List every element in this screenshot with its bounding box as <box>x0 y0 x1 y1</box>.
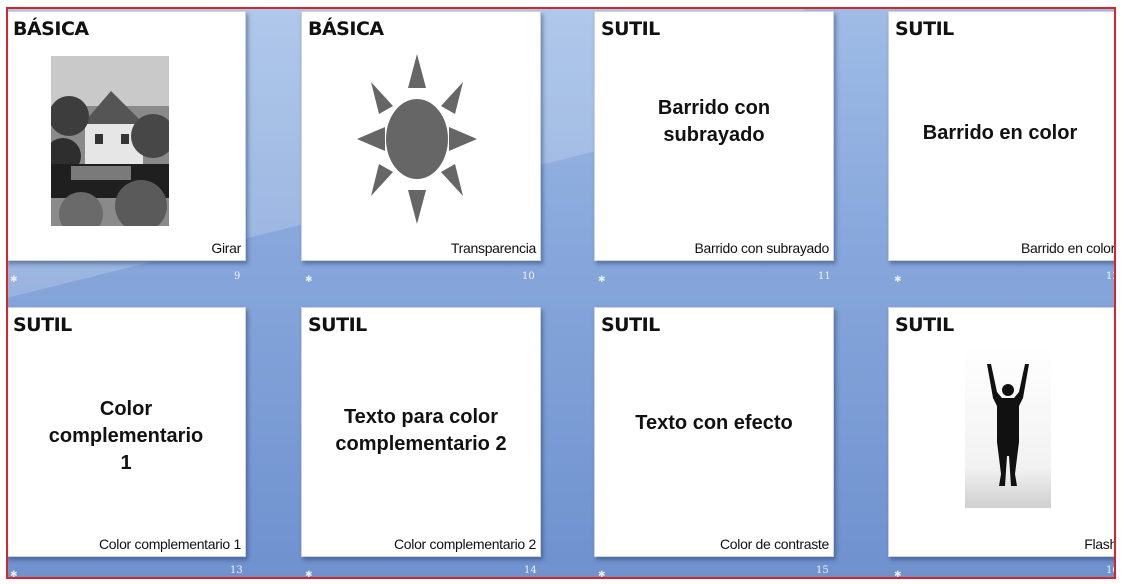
slide-number: 12 <box>1106 271 1114 282</box>
transition-star-icon[interactable]: ✱ <box>598 569 606 577</box>
slide-category-label: SUTIL <box>895 18 954 40</box>
slide-thumbnail[interactable]: SUTIL Texto para color complementario 2 … <box>301 307 541 557</box>
slide-title-text: Barrido en color <box>922 122 1078 144</box>
transition-star-icon[interactable]: ✱ <box>10 274 18 285</box>
slide-number: 14 <box>524 565 537 576</box>
slide-caption: Flash <box>1084 536 1116 552</box>
slide-title-text: Texto para color complementario 2 <box>335 406 507 455</box>
slide-title-text: Texto con efecto <box>635 412 793 434</box>
sun-shape-icon <box>357 54 477 224</box>
transition-star-icon[interactable]: ✱ <box>598 274 606 285</box>
slide-category-label: SUTIL <box>601 18 660 40</box>
slide-category-label: SUTIL <box>13 314 72 336</box>
slide-caption: Barrido con subrayado <box>694 240 829 256</box>
slide-number: 11 <box>818 271 831 282</box>
slide-number: 10 <box>522 271 535 282</box>
slide-thumbnail[interactable]: SUTIL Barrido con subrayado Barrido con … <box>594 11 834 261</box>
slide-caption: Barrido en color <box>1020 240 1115 256</box>
slide-category-label: BÁSICA <box>13 18 89 40</box>
slide-title-text: Barrido con subrayado <box>657 97 771 146</box>
slide-thumbnail[interactable]: SUTIL Texto con efecto Color de contrast… <box>594 307 834 557</box>
transition-star-icon[interactable]: ✱ <box>894 569 902 577</box>
transition-star-icon[interactable]: ✱ <box>305 569 313 577</box>
slide-sorter-view: BÁSICA Girar ✱ 9 BÁSICA Transparencia ✱ … <box>6 7 1116 579</box>
slide-caption: Color complementario 2 <box>393 536 536 552</box>
slide-thumbnail[interactable]: BÁSICA Transparencia <box>301 11 541 261</box>
slide-thumbnail[interactable]: SUTIL Flash <box>888 307 1116 557</box>
slide-category-label: SUTIL <box>895 314 954 336</box>
slide-number: 9 <box>234 271 241 282</box>
slide-number: 15 <box>816 565 829 576</box>
slide-category-label: SUTIL <box>308 314 367 336</box>
person-silhouette-icon <box>965 346 1051 508</box>
slide-caption: Color de contraste <box>720 536 829 552</box>
slide-caption: Girar <box>211 240 241 256</box>
slide-thumbnail[interactable]: SUTIL Barrido en color Barrido en color <box>888 11 1115 261</box>
house-photo-icon <box>51 56 169 226</box>
transition-star-icon[interactable]: ✱ <box>894 274 902 285</box>
slide-caption: Transparencia <box>450 240 536 256</box>
slide-thumbnail[interactable]: SUTIL Color complementario 1 Color compl… <box>8 307 246 557</box>
slide-title-text: Color complementario 1 <box>48 398 204 474</box>
transition-star-icon[interactable]: ✱ <box>305 274 313 285</box>
slide-category-label: BÁSICA <box>308 18 384 40</box>
transition-star-icon[interactable]: ✱ <box>10 569 18 577</box>
slide-number: 13 <box>230 565 243 576</box>
slide-number: 16 <box>1106 565 1114 576</box>
slide-thumbnail[interactable]: BÁSICA Girar <box>8 11 246 261</box>
slide-category-label: SUTIL <box>601 314 660 336</box>
slide-caption: Color complementario 1 <box>98 536 241 552</box>
